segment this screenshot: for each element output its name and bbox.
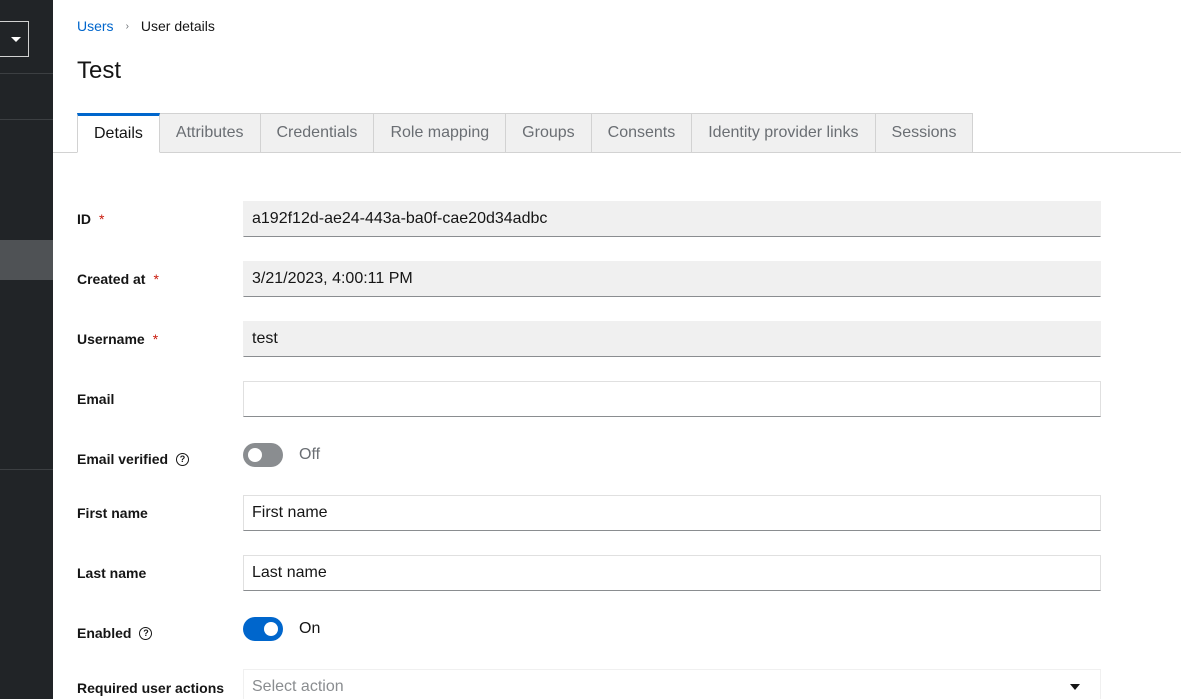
required-indicator: * — [153, 271, 159, 287]
email-label-text: Email — [77, 391, 115, 407]
id-label-text: ID — [77, 211, 91, 227]
enabled-label: Enabled ? — [77, 617, 243, 641]
tab-identity-provider-links[interactable]: Identity provider links — [692, 113, 876, 153]
email-verified-state: Off — [299, 446, 321, 463]
username-label: Username * — [77, 331, 243, 347]
required-actions-label: Required user actions — [77, 678, 243, 696]
help-icon[interactable]: ? — [176, 452, 190, 466]
created-at-label: Created at * — [77, 271, 243, 287]
form-row-created-at: Created at * — [77, 261, 1101, 297]
form-row-email: Email — [77, 381, 1101, 417]
switch-knob — [264, 622, 278, 636]
form-row-username: Username * — [77, 321, 1101, 357]
tab-attributes[interactable]: Attributes — [159, 113, 261, 153]
email-label: Email — [77, 391, 243, 407]
email-verified-label-text: Email verified — [77, 451, 169, 467]
last-name-label-text: Last name — [77, 565, 147, 581]
id-field[interactable] — [243, 201, 1101, 237]
form-row-required-actions: Required user actions Select action — [77, 669, 1101, 699]
breadcrumb-users-link[interactable]: Users — [77, 18, 114, 34]
enabled-label-text: Enabled — [77, 625, 132, 641]
sidebar — [0, 0, 53, 699]
sidebar-item-active[interactable] — [0, 240, 53, 280]
email-verified-switch[interactable] — [243, 443, 283, 467]
created-at-field[interactable] — [243, 261, 1101, 297]
sidebar-divider — [0, 119, 53, 120]
id-label: ID * — [77, 211, 243, 227]
first-name-label: First name — [77, 505, 243, 521]
tab-credentials[interactable]: Credentials — [260, 113, 375, 153]
sidebar-divider — [0, 469, 53, 470]
required-actions-label-text: Required user actions — [77, 680, 225, 696]
breadcrumb: Users › User details — [77, 18, 215, 34]
email-verified-label: Email verified ? — [77, 443, 243, 467]
help-icon[interactable]: ? — [139, 626, 153, 640]
form-row-email-verified: Email verified ? Off — [77, 437, 1101, 473]
required-indicator: * — [99, 211, 105, 227]
required-actions-select[interactable]: Select action — [243, 669, 1101, 699]
created-at-label-text: Created at — [77, 271, 146, 287]
tab-consents[interactable]: Consents — [591, 113, 693, 153]
realm-selector-dropdown[interactable] — [0, 21, 29, 57]
tab-details[interactable]: Details — [77, 113, 160, 153]
username-label-text: Username — [77, 331, 145, 347]
tab-role-mapping[interactable]: Role mapping — [374, 113, 507, 153]
last-name-field[interactable] — [243, 555, 1101, 591]
first-name-label-text: First name — [77, 505, 148, 521]
switch-knob — [248, 448, 262, 462]
username-field[interactable] — [243, 321, 1101, 357]
form-row-last-name: Last name — [77, 555, 1101, 591]
enabled-state: On — [299, 620, 321, 637]
select-placeholder: Select action — [252, 678, 344, 695]
form-row-first-name: First name — [77, 495, 1101, 531]
caret-down-icon — [1070, 684, 1080, 690]
tab-sessions[interactable]: Sessions — [875, 113, 974, 153]
tab-list: Details Attributes Credentials Role mapp… — [77, 113, 974, 153]
required-indicator: * — [152, 331, 159, 347]
chevron-right-icon: › — [125, 20, 129, 32]
enabled-switch[interactable] — [243, 617, 283, 641]
form-row-id: ID * — [77, 201, 1101, 237]
email-field[interactable] — [243, 381, 1101, 417]
main-content: Users › User details Test Details Attrib… — [53, 0, 1181, 699]
sidebar-divider — [0, 73, 53, 74]
first-name-field[interactable] — [243, 495, 1101, 531]
page-title: Test — [77, 57, 122, 84]
form-row-enabled: Enabled ? On — [77, 611, 1101, 647]
tab-groups[interactable]: Groups — [506, 113, 592, 153]
enabled-switch-group: On — [243, 617, 320, 641]
breadcrumb-current: User details — [140, 18, 215, 34]
caret-down-icon — [11, 36, 21, 42]
last-name-label: Last name — [77, 565, 243, 581]
email-verified-switch-group: Off — [243, 443, 320, 467]
